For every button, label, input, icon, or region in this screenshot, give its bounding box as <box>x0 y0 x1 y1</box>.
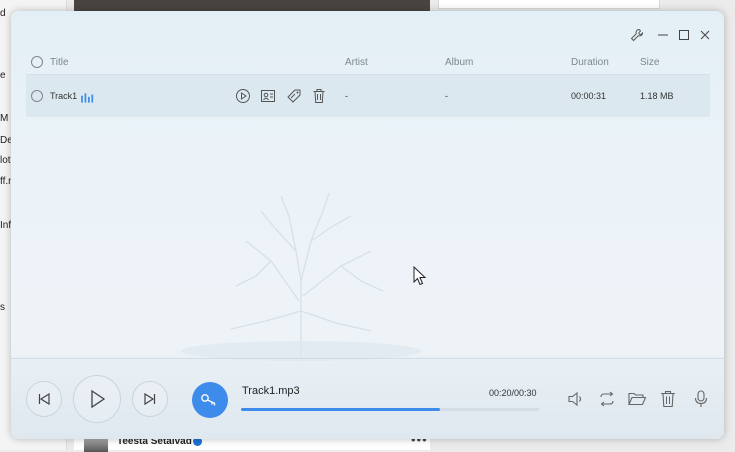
select-all-radio[interactable] <box>31 56 43 68</box>
column-album[interactable]: Album <box>445 57 473 68</box>
track-duration: 00:00:31 <box>571 91 607 101</box>
controls-divider <box>11 358 724 359</box>
background-text: M <box>0 113 9 124</box>
tag-edit-icon[interactable] <box>286 88 302 104</box>
track-album: - <box>445 91 448 101</box>
next-icon <box>144 392 156 406</box>
playing-bars-icon <box>81 93 94 103</box>
mouse-cursor-icon <box>413 266 427 286</box>
column-size[interactable]: Size <box>640 57 659 68</box>
music-player-window: Title Artist Album Duration Size Track1 <box>11 11 724 439</box>
progress-bar-fill <box>241 408 440 411</box>
table-row[interactable]: Track1 - - 00:00:31 1.18 MB <box>26 75 710 117</box>
maximize-button[interactable] <box>676 27 692 43</box>
track-size: 1.18 MB <box>640 91 674 101</box>
close-button[interactable] <box>697 27 713 43</box>
track-title: Track1 <box>50 91 78 101</box>
background-text: s <box>0 302 5 313</box>
progress-bar[interactable] <box>241 408 539 411</box>
close-icon <box>700 30 710 40</box>
volume-icon[interactable] <box>566 389 586 409</box>
key-icon <box>201 394 216 406</box>
track-info-icon[interactable] <box>260 88 276 104</box>
play-icon <box>91 389 106 409</box>
playback-time: 00:20/00:30 <box>489 388 537 398</box>
delete-all-icon[interactable] <box>658 389 678 409</box>
maximize-icon <box>679 30 689 40</box>
previous-button[interactable] <box>26 381 62 417</box>
column-duration[interactable]: Duration <box>571 57 609 68</box>
track-artist: - <box>345 91 348 101</box>
play-button[interactable] <box>73 375 121 423</box>
minimize-button[interactable] <box>655 27 671 43</box>
background-text: e <box>0 70 6 81</box>
repeat-icon[interactable] <box>597 389 617 409</box>
trash-icon[interactable] <box>311 88 327 104</box>
wrench-icon <box>630 28 644 42</box>
next-button[interactable] <box>132 381 168 417</box>
play-track-icon[interactable] <box>235 88 251 104</box>
column-title[interactable]: Title <box>50 57 69 68</box>
previous-icon <box>38 392 50 406</box>
microphone-icon[interactable] <box>691 389 711 409</box>
now-playing-title: Track1.mp3 <box>242 385 300 397</box>
track-select-radio[interactable] <box>31 90 43 102</box>
ab-repeat-button[interactable] <box>192 382 228 418</box>
background-text: Inf <box>0 220 12 231</box>
minimize-icon <box>658 34 668 36</box>
background-panel <box>438 0 660 9</box>
column-artist[interactable]: Artist <box>345 57 368 68</box>
open-folder-icon[interactable] <box>627 389 647 409</box>
track-list-header: Title Artist Album Duration Size <box>11 55 724 73</box>
settings-button[interactable] <box>629 27 645 43</box>
background-text: d <box>0 8 6 19</box>
